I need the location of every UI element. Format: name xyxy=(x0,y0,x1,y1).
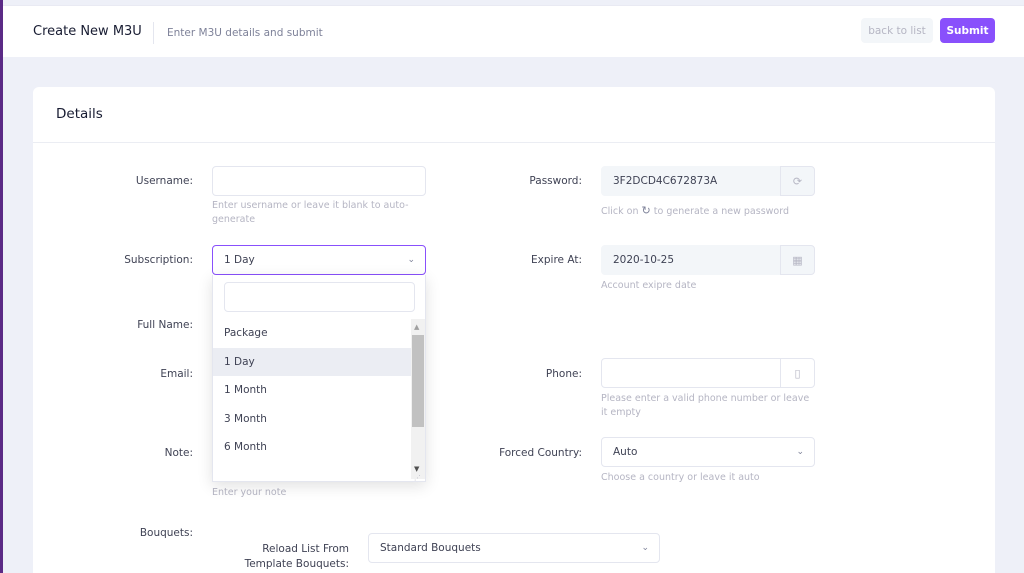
reload-template-label: Reload List From Template Bouquets: xyxy=(244,543,349,570)
calendar-button[interactable]: ▦ xyxy=(780,245,815,275)
card-header: Details xyxy=(33,87,995,143)
scrollbar-thumb[interactable] xyxy=(412,335,424,427)
calendar-icon: ▦ xyxy=(792,253,803,267)
scroll-down-icon[interactable]: ▼ xyxy=(414,465,419,473)
dropdown-option-1-month[interactable]: 1 Month xyxy=(213,376,411,405)
header-divider xyxy=(153,22,154,44)
dropdown-scrollbar[interactable]: ▲ ▼ xyxy=(411,319,425,479)
dropdown-option-6-month[interactable]: 6 Month xyxy=(213,433,411,462)
subscription-dropdown: Package 1 Day 1 Month 3 Month 6 Month ▲ … xyxy=(212,275,426,482)
subscription-select[interactable]: 1 Day ⌄ xyxy=(212,245,426,275)
subscription-value: 1 Day xyxy=(224,254,255,266)
back-to-list-button[interactable]: back to list xyxy=(861,18,933,43)
full-name-label: Full Name: xyxy=(137,319,193,331)
submit-button[interactable]: Submit xyxy=(940,18,995,43)
refresh-inline-icon: ↻ xyxy=(641,204,651,217)
password-help-after: to generate a new password xyxy=(653,206,789,217)
dropdown-options: Package 1 Day 1 Month 3 Month 6 Month xyxy=(213,319,411,479)
note-help: Enter your note xyxy=(212,487,287,498)
phone-input[interactable] xyxy=(601,358,781,388)
username-input[interactable] xyxy=(212,166,426,196)
sidebar-edge xyxy=(0,0,3,573)
subscription-label: Subscription: xyxy=(124,254,193,266)
expire-input[interactable]: 2020-10-25 xyxy=(601,245,781,275)
card-title: Details xyxy=(56,106,103,122)
chevron-down-icon: ⌄ xyxy=(407,255,415,265)
password-help: Click on ↻ to generate a new password xyxy=(601,204,821,219)
phone-help: Please enter a valid phone number or lea… xyxy=(601,393,810,418)
subheader: Create New M3U Enter M3U details and sub… xyxy=(3,5,1024,57)
resize-grip-icon[interactable]: ⋰ xyxy=(414,474,421,482)
dropdown-search-input[interactable] xyxy=(224,282,415,312)
page-subtitle: Enter M3U details and submit xyxy=(167,27,323,39)
refresh-password-button[interactable]: ⟳ xyxy=(780,166,815,196)
phone-label: Phone: xyxy=(545,368,582,380)
password-label: Password: xyxy=(529,175,582,187)
password-input[interactable]: 3F2DCD4C672873A xyxy=(601,166,781,196)
dropdown-option-1-day[interactable]: 1 Day xyxy=(213,347,411,376)
chevron-down-icon: ⌄ xyxy=(641,543,649,553)
chevron-down-icon: ⌄ xyxy=(796,447,804,457)
dropdown-option-3-month[interactable]: 3 Month xyxy=(213,405,411,434)
email-label: Email: xyxy=(160,368,193,380)
username-label: Username: xyxy=(135,175,193,187)
refresh-icon: ⟳ xyxy=(792,174,803,188)
expire-help: Account exipre date xyxy=(601,280,697,291)
username-help: Enter username or leave it blank to auto… xyxy=(212,200,409,225)
phone-icon: ▯ xyxy=(794,366,801,380)
forced-country-value: Auto xyxy=(613,446,638,458)
forced-country-label: Forced Country: xyxy=(499,447,582,459)
forced-country-help: Choose a country or leave it auto xyxy=(601,472,760,483)
password-help-before: Click on xyxy=(601,206,639,217)
bouquets-template-value: Standard Bouquets xyxy=(380,542,481,554)
dropdown-option-package[interactable]: Package xyxy=(213,319,411,348)
expire-label: Expire At: xyxy=(531,254,582,266)
page-title: Create New M3U xyxy=(33,24,142,39)
scroll-up-icon[interactable]: ▲ xyxy=(414,323,419,331)
note-label: Note: xyxy=(164,447,193,459)
forced-country-select[interactable]: Auto ⌄ xyxy=(601,437,815,467)
phone-addon: ▯ xyxy=(780,358,815,388)
bouquets-template-select[interactable]: Standard Bouquets ⌄ xyxy=(368,533,660,563)
bouquets-label: Bouquets: xyxy=(139,527,193,539)
